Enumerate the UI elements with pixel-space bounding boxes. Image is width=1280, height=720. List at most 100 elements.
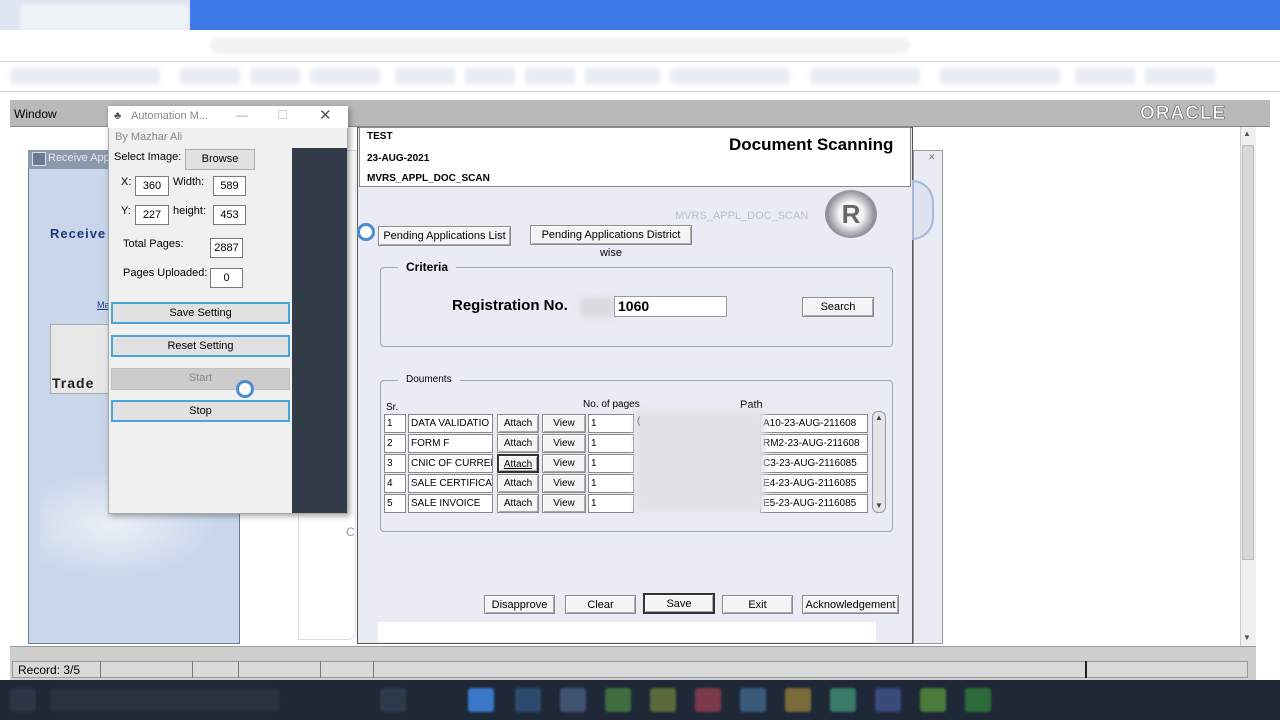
attach-button[interactable]: Attach xyxy=(497,474,539,493)
form-bottom-field[interactable] xyxy=(378,622,876,642)
row-doc-name[interactable]: SALE INVOICE xyxy=(408,494,493,513)
bookmark-item[interactable] xyxy=(465,68,515,84)
width-input[interactable]: 589 xyxy=(213,176,246,196)
taskbar-app-icon[interactable] xyxy=(740,688,766,712)
bookmark-item[interactable] xyxy=(525,68,575,84)
attach-button[interactable]: Attach xyxy=(497,494,539,513)
row-path[interactable]: C3-23-AUG-2116085 xyxy=(760,454,868,473)
acknowledgement-button[interactable]: Acknowledgement xyxy=(802,595,899,614)
row-doc-name[interactable]: SALE CERTIFICAT xyxy=(408,474,493,493)
height-label: height: xyxy=(173,205,207,217)
view-button[interactable]: View xyxy=(542,414,586,433)
address-bar[interactable] xyxy=(210,38,910,54)
bookmark-item[interactable] xyxy=(940,68,1060,84)
row-pages-input[interactable]: 1 xyxy=(588,434,634,453)
bookmark-item[interactable] xyxy=(1145,68,1215,84)
minimize-icon[interactable]: — xyxy=(236,108,248,122)
browser-tab[interactable] xyxy=(20,4,188,30)
taskbar-app-icon[interactable] xyxy=(875,688,901,712)
pending-applications-list-button[interactable]: Pending Applications List xyxy=(378,226,511,246)
taskbar-app-icon[interactable] xyxy=(468,688,494,712)
window-close-icon[interactable]: ✕ xyxy=(928,152,936,163)
close-icon[interactable]: ✕ xyxy=(319,106,332,124)
bookmark-item[interactable] xyxy=(180,68,240,84)
row-pages-input[interactable]: 1 xyxy=(588,454,634,473)
height-input[interactable]: 453 xyxy=(213,205,246,225)
row-path[interactable]: RM2-23-AUG-211608 xyxy=(760,434,868,453)
attach-button[interactable]: Attach xyxy=(497,454,539,473)
pending-applications-district-button[interactable]: Pending Applications District wise xyxy=(530,225,692,259)
browse-button[interactable]: Browse xyxy=(185,149,255,170)
bookmark-item[interactable] xyxy=(250,68,300,84)
save-button[interactable]: Save xyxy=(643,593,715,614)
scrollbar-thumb[interactable] xyxy=(1242,145,1254,560)
bookmark-item[interactable] xyxy=(310,68,380,84)
row-path[interactable]: A10-23-AUG-211608 xyxy=(760,414,868,433)
search-button[interactable]: Search xyxy=(802,297,874,317)
x-input[interactable]: 360 xyxy=(135,176,169,196)
form-logo: R xyxy=(825,190,877,238)
row-doc-name[interactable]: CNIC OF CURRENT xyxy=(408,454,493,473)
taskbar-app-icon[interactable] xyxy=(920,688,946,712)
cursor-marker xyxy=(357,223,375,241)
taskbar-app-icon[interactable] xyxy=(695,688,721,712)
taskbar-app-icon[interactable] xyxy=(650,688,676,712)
clear-button[interactable]: Clear xyxy=(565,595,636,614)
view-button[interactable]: View xyxy=(542,454,586,473)
menu-window[interactable]: Window xyxy=(14,107,57,121)
bookmark-item[interactable] xyxy=(810,68,920,84)
row-path[interactable]: E4-23-AUG-2116085 xyxy=(760,474,868,493)
attach-button[interactable]: Attach xyxy=(497,434,539,453)
row-path[interactable]: E5-23-AUG-2116085 xyxy=(760,494,868,513)
row-sr: 1 xyxy=(384,414,406,433)
taskbar-app-icon[interactable] xyxy=(380,688,406,712)
scroll-up-icon[interactable]: ▲ xyxy=(1243,129,1251,138)
taskbar-app-icon[interactable] xyxy=(965,688,991,712)
attach-button[interactable]: Attach xyxy=(497,414,539,433)
table-scrollbar[interactable] xyxy=(872,411,886,513)
status-divider xyxy=(320,661,321,678)
pages-uploaded-input[interactable]: 0 xyxy=(210,268,243,288)
reset-setting-button[interactable]: Reset Setting xyxy=(111,335,290,357)
row-sr: 3 xyxy=(384,454,406,473)
taskbar-app-icon[interactable] xyxy=(785,688,811,712)
row-pages-input[interactable]: 1 xyxy=(588,494,634,513)
registration-prefix-redacted xyxy=(580,297,614,317)
row-doc-name[interactable]: FORM F xyxy=(408,434,493,453)
start-icon[interactable] xyxy=(10,688,36,712)
width-label: Width: xyxy=(173,176,205,188)
bookmark-item[interactable] xyxy=(585,68,660,84)
env-label: TEST xyxy=(367,131,393,142)
registration-input[interactable]: 1060 xyxy=(614,296,727,317)
start-button[interactable]: Start xyxy=(111,368,290,390)
taskbar-app-icon[interactable] xyxy=(515,688,541,712)
bookmark-item[interactable] xyxy=(670,68,790,84)
scroll-up-icon[interactable]: ▲ xyxy=(875,413,883,422)
taskbar-search[interactable] xyxy=(50,688,280,712)
save-setting-button[interactable]: Save Setting xyxy=(111,302,290,324)
bookmark-item[interactable] xyxy=(10,68,160,84)
stop-button[interactable]: Stop xyxy=(111,400,290,422)
exit-button[interactable]: Exit xyxy=(722,595,793,614)
scroll-down-icon[interactable]: ▼ xyxy=(875,501,883,510)
bookmark-item[interactable] xyxy=(395,68,455,84)
y-input[interactable]: 227 xyxy=(135,205,169,225)
row-pages-input[interactable]: 1 xyxy=(588,414,634,433)
taskbar-app-icon[interactable] xyxy=(605,688,631,712)
view-button[interactable]: View xyxy=(542,494,586,513)
total-pages-input[interactable]: 2887 xyxy=(210,238,243,258)
taskbar-app-icon[interactable] xyxy=(560,688,586,712)
maximize-icon[interactable]: ☐ xyxy=(277,108,288,122)
row-pages-input[interactable]: 1 xyxy=(588,474,634,493)
disapprove-button[interactable]: Disapprove xyxy=(484,595,555,614)
view-button[interactable]: View xyxy=(542,474,586,493)
bookmark-item[interactable] xyxy=(1075,68,1135,84)
taskbar-app-icon[interactable] xyxy=(830,688,856,712)
criteria-label: Criteria xyxy=(398,260,457,274)
scroll-down-icon[interactable]: ▼ xyxy=(1243,633,1251,642)
form-code-label: MVRS_APPL_DOC_SCAN xyxy=(367,173,490,184)
pages-uploaded-label: Pages Uploaded: xyxy=(123,267,208,279)
row-doc-name[interactable]: DATA VALIDATIO xyxy=(408,414,493,433)
browser-titlebar-accent xyxy=(190,0,1280,30)
view-button[interactable]: View xyxy=(542,434,586,453)
